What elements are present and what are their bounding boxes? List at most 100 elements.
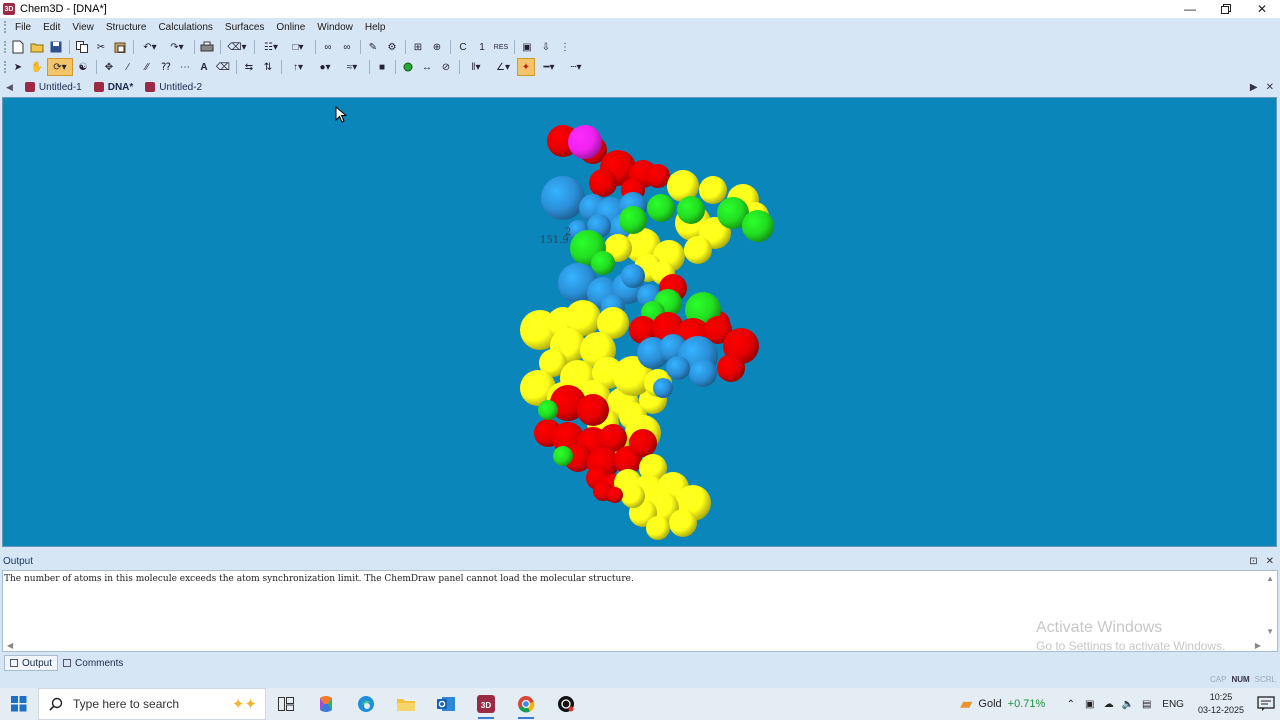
export-button[interactable]: ⇩ (537, 38, 555, 56)
phosphorus-atom[interactable] (538, 400, 558, 420)
label-tool-button[interactable]: ↑▾ (285, 58, 311, 76)
carbon-atom[interactable] (621, 484, 645, 508)
settings-button[interactable]: ⚙ (383, 38, 401, 56)
show-hidden-icons-button[interactable]: ⌃ (1061, 688, 1080, 720)
chem3d-taskbar-button[interactable]: 3D (466, 688, 506, 720)
save-button[interactable] (47, 38, 65, 56)
menu-help[interactable]: Help (359, 22, 392, 33)
tab-scroll-left-icon[interactable]: ◀ (0, 82, 19, 93)
outlook-button[interactable] (426, 688, 466, 720)
menu-structure[interactable]: Structure (100, 22, 153, 33)
bond-angle-button[interactable]: ∠▾ (490, 58, 516, 76)
edge-button[interactable] (346, 688, 386, 720)
line-style-button[interactable]: ━▾ (536, 58, 562, 76)
center-model-button[interactable]: ⊕ (428, 38, 446, 56)
nitrogen-atom[interactable] (689, 359, 717, 387)
scroll-left-icon[interactable]: ◀ (7, 641, 13, 650)
measure-button[interactable]: ↔ (418, 58, 436, 76)
task-view-button[interactable] (266, 688, 306, 720)
residue-button[interactable]: RES (492, 38, 510, 56)
print-button[interactable] (198, 38, 216, 56)
menu-window[interactable]: Window (311, 22, 359, 33)
oxygen-atom[interactable] (717, 354, 745, 382)
dash-style-button[interactable]: ┄▾ (563, 58, 589, 76)
nitrogen-atom[interactable] (666, 356, 690, 380)
single-bond-button[interactable]: ∕ (119, 58, 137, 76)
show-c-button[interactable]: C (454, 38, 472, 56)
nitrogen-atom[interactable] (621, 264, 645, 288)
menu-surfaces[interactable]: Surfaces (219, 22, 270, 33)
atom-color-button[interactable] (399, 58, 417, 76)
move-tool-button[interactable]: ✥ (100, 58, 118, 76)
oxygen-atom[interactable] (589, 169, 617, 197)
highlight-atom[interactable] (568, 125, 602, 159)
chatgpt-button[interactable] (546, 688, 586, 720)
output-text-area[interactable]: The number of atoms in this molecule exc… (2, 570, 1278, 652)
start-button[interactable] (0, 688, 38, 720)
menu-edit[interactable]: Edit (37, 22, 66, 33)
scroll-up-icon[interactable]: ▲ (1266, 574, 1274, 583)
surface-button[interactable]: ≈▾ (339, 58, 365, 76)
double-bond-button[interactable]: ∕∕ (138, 58, 156, 76)
notifications-button[interactable] (1252, 688, 1280, 720)
model-display-button[interactable]: ☷▾ (258, 38, 284, 56)
nitrogen-atom[interactable] (653, 378, 673, 398)
phosphorus-atom[interactable] (619, 206, 647, 234)
highlight-tool-button[interactable]: ✦ (517, 58, 535, 76)
close-button[interactable]: ✕ (1244, 0, 1280, 18)
dock-button[interactable]: ▣ (518, 38, 536, 56)
minimize-button[interactable]: — (1172, 0, 1208, 18)
flip-horizontal-button[interactable]: ⇆ (240, 58, 258, 76)
copilot-button[interactable] (306, 688, 346, 720)
search-highlight-icon[interactable]: ✦✦ (232, 695, 257, 713)
menu-file[interactable]: File (9, 22, 37, 33)
atom-display-button[interactable]: ●▾ (312, 58, 338, 76)
tab-dna[interactable]: DNA* (88, 79, 140, 95)
flip-vertical-button[interactable]: ⇅ (259, 58, 277, 76)
tab-untitled-2[interactable]: Untitled-2 (139, 79, 208, 95)
phosphorus-atom[interactable] (742, 210, 774, 242)
text-tool-button[interactable]: A (195, 58, 213, 76)
phosphorus-atom[interactable] (591, 251, 615, 275)
close-document-icon[interactable]: ✕ (1266, 82, 1274, 93)
menu-online[interactable]: Online (270, 22, 311, 33)
clean-up-button[interactable]: ⊘ (437, 58, 455, 76)
network-button[interactable]: ▤ (1137, 688, 1156, 720)
phosphorus-atom[interactable] (553, 446, 573, 466)
meet-now-button[interactable]: ▣ (1080, 688, 1099, 720)
nitrogen-atom[interactable] (541, 176, 585, 220)
tab-untitled-1[interactable]: Untitled-1 (19, 79, 88, 95)
carbon-atom[interactable] (699, 176, 727, 204)
paste-button[interactable] (111, 38, 129, 56)
close-panel-icon[interactable]: ✕ (1266, 556, 1274, 567)
copy-button[interactable] (73, 38, 91, 56)
menu-view[interactable]: View (66, 22, 100, 33)
edit-model-button[interactable]: ✎ (364, 38, 382, 56)
menu-calculations[interactable]: Calculations (152, 22, 218, 33)
carbon-atom[interactable] (646, 516, 670, 540)
language-indicator[interactable]: ENG (1156, 699, 1190, 710)
triple-bond-button[interactable]: ⁇ (157, 58, 175, 76)
new-file-button[interactable] (9, 38, 27, 56)
tab-scroll-right-icon[interactable]: ▶ (1250, 82, 1258, 93)
dummy-bond-button[interactable]: ⋯ (176, 58, 194, 76)
undo-button[interactable]: ↶▾ (137, 38, 163, 56)
background-color-button[interactable]: □▾ (285, 38, 311, 56)
show-1-button[interactable]: 1 (473, 38, 491, 56)
eraser-tool-button[interactable]: ⌫ (214, 58, 232, 76)
scroll-down-icon[interactable]: ▼ (1266, 627, 1274, 636)
clock[interactable]: 10:25 03-12-2025 (1190, 691, 1252, 717)
eraser-menu-button[interactable]: ⌫▾ (224, 38, 250, 56)
carbon-atom[interactable] (669, 509, 697, 537)
stop-button[interactable]: ■ (373, 58, 391, 76)
oxygen-atom[interactable] (577, 394, 609, 426)
scroll-right-icon[interactable]: ▶ (1255, 641, 1261, 650)
hand-tool-button[interactable]: ✋ (28, 58, 46, 76)
onedrive-button[interactable]: ☁ (1099, 688, 1118, 720)
phosphorus-atom[interactable] (677, 196, 705, 224)
model-window[interactable]: 151.9 2 (2, 97, 1277, 547)
tab-output[interactable]: Output (4, 655, 59, 671)
bond-length-button[interactable]: ‖▾ (463, 58, 489, 76)
add-hydrogens-button[interactable]: ⊞ (409, 38, 427, 56)
pin-icon[interactable]: ⊡ (1249, 556, 1257, 567)
